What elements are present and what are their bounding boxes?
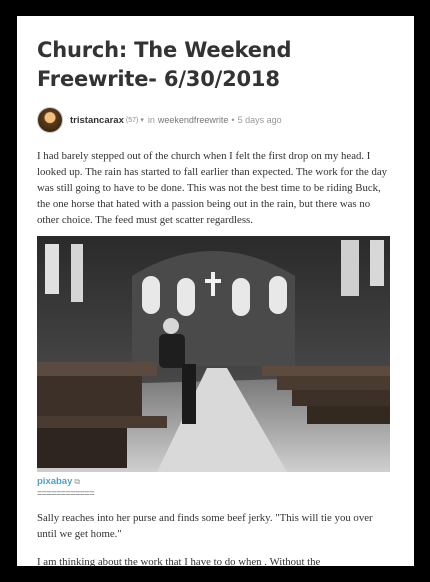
separator-dot: • <box>231 115 235 125</box>
post-paragraph: I had barely stepped out of the church w… <box>37 150 388 226</box>
post-paragraph-2: Sally reaches into her purse and finds s… <box>37 512 373 540</box>
external-link-icon: ⧉ <box>74 477 81 486</box>
community-link[interactable]: weekendfreewrite <box>158 115 229 125</box>
post-meta: tristancarax (57) ▾ in weekendfreewrite … <box>37 106 394 134</box>
text-separator: ============ <box>37 488 95 498</box>
post-timestamp[interactable]: 5 days ago <box>238 115 282 125</box>
avatar[interactable] <box>37 107 63 133</box>
in-label: in <box>147 115 155 125</box>
post-paragraph-3: I am thinking about the work that I have… <box>37 556 321 566</box>
reputation-badge: (57) <box>125 116 139 124</box>
post-title: Church: The Weekend Freewrite- 6/30/2018 <box>37 38 292 91</box>
church-interior-photo <box>37 236 390 472</box>
author-link[interactable]: tristancarax <box>70 115 124 126</box>
post-card: Church: The Weekend Freewrite- 6/30/2018… <box>17 16 414 566</box>
post-image[interactable] <box>37 236 390 472</box>
chevron-down-icon[interactable]: ▾ <box>140 116 144 124</box>
image-source-link[interactable]: pixabay <box>37 476 72 487</box>
image-source: pixabay ⧉ <box>37 476 394 487</box>
